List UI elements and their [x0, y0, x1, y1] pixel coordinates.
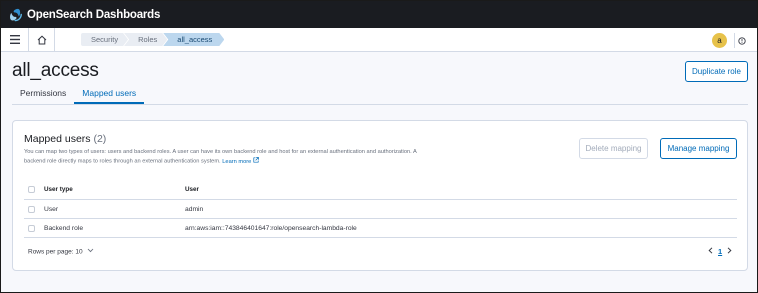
duplicate-role-button[interactable]: Duplicate role: [685, 61, 748, 82]
user-type-cell: User: [44, 206, 59, 213]
pagination: 1: [703, 247, 737, 256]
row-checkbox[interactable]: [28, 206, 35, 213]
tab-mapped-users[interactable]: Mapped users: [74, 85, 145, 104]
user-avatar[interactable]: a: [712, 33, 727, 48]
user-cell: arn:aws:iam::743846401647:role/opensearc…: [185, 225, 357, 232]
panel-title: Mapped users (2): [24, 133, 106, 145]
delete-mapping-button[interactable]: Delete mapping: [579, 138, 648, 159]
mapped-users-panel: Mapped users (2) You can map two types o…: [12, 120, 748, 271]
external-link-icon: [253, 157, 259, 163]
help-icon: [738, 36, 746, 45]
row-checkbox[interactable]: [28, 225, 35, 232]
page-number-button[interactable]: 1: [718, 247, 722, 256]
table-row: Backend role arn:aws:iam::743846401647:r…: [24, 219, 737, 238]
chevron-left-icon: [708, 247, 713, 254]
tab-permissions[interactable]: Permissions: [12, 85, 74, 104]
learn-more-label: Learn more: [222, 158, 252, 165]
mapped-users-table: User type User User admin Backend role a…: [24, 180, 737, 238]
hamburger-icon: [9, 35, 20, 44]
app-window: OpenSearch Dashboards Security Roles all…: [0, 0, 758, 293]
next-page-button[interactable]: [727, 247, 732, 256]
rows-per-page-selector[interactable]: Rows per page: 10: [28, 248, 94, 256]
chevron-right-icon: [727, 247, 732, 254]
opensearch-logo-icon[interactable]: [9, 8, 23, 22]
panel-description: You can map two types of users: users an…: [24, 148, 424, 167]
tabs-divider: [12, 104, 748, 105]
breadcrumb: Security Roles all_access: [81, 33, 224, 47]
breadcrumb-security[interactable]: Security: [81, 33, 128, 46]
user-cell: admin: [185, 206, 204, 213]
previous-page-button[interactable]: [708, 247, 713, 256]
user-type-cell: Backend role: [44, 225, 84, 232]
table-row: User admin: [24, 200, 737, 219]
home-button[interactable]: [29, 27, 55, 52]
column-header-user-type[interactable]: User type: [44, 180, 73, 199]
learn-more-link[interactable]: Learn more: [222, 157, 259, 165]
menu-button[interactable]: [1, 27, 29, 52]
panel-title-text: Mapped users: [24, 133, 91, 145]
navigation-bar: Security Roles all_access a: [1, 27, 757, 52]
breadcrumb-current-role: all_access: [163, 33, 224, 46]
help-button[interactable]: [734, 33, 749, 48]
tab-bar: Permissions Mapped users: [12, 85, 145, 104]
breadcrumb-roles[interactable]: Roles: [124, 33, 167, 46]
select-all-checkbox[interactable]: [28, 186, 35, 193]
description-text: You can map two types of users: users an…: [24, 149, 417, 165]
home-icon: [37, 35, 46, 44]
table-header-row: User type User: [24, 180, 737, 200]
column-header-user[interactable]: User: [185, 180, 199, 199]
manage-mapping-button[interactable]: Manage mapping: [660, 138, 737, 159]
chevron-down-icon: [88, 248, 94, 253]
top-header: OpenSearch Dashboards: [1, 1, 757, 28]
page-title: all_access: [12, 60, 99, 81]
rows-per-page-label: Rows per page: 10: [28, 248, 83, 256]
brand-name[interactable]: OpenSearch Dashboards: [27, 9, 160, 21]
mapped-users-count: (2): [93, 133, 107, 145]
